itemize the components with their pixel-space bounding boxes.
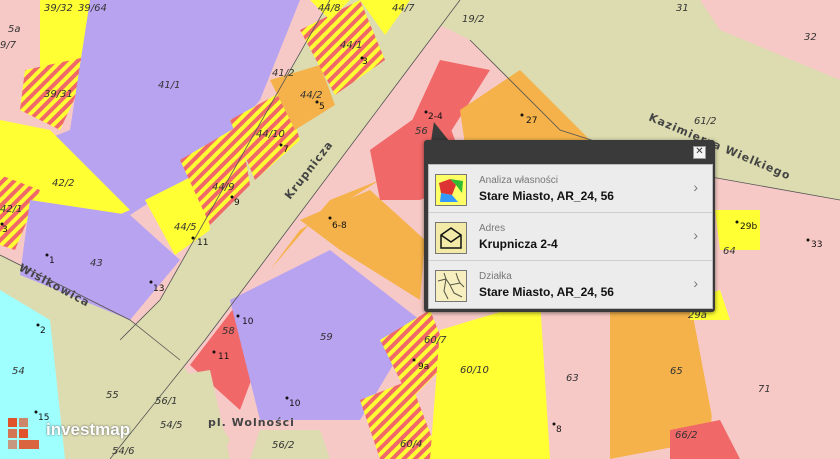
address-label: Adres xyxy=(479,223,506,234)
label-42-2: 42/2 xyxy=(52,178,74,189)
label-44-10: 44/10 xyxy=(256,129,285,140)
number-9: 9 xyxy=(234,198,240,208)
label-44-7: 44/7 xyxy=(392,3,415,14)
number-5: 5 xyxy=(319,102,325,112)
label-32: 32 xyxy=(804,32,817,43)
number-10b: 10 xyxy=(289,399,301,409)
popup-item-address[interactable]: Adres Krupnicza 2-4 › xyxy=(429,213,712,261)
parcel-map-icon xyxy=(435,270,467,302)
label-55: 55 xyxy=(106,390,119,401)
number-2: 2 xyxy=(40,326,46,336)
chevron-right-icon: › xyxy=(693,179,698,195)
number-10: 10 xyxy=(242,317,254,327)
label-58: 58 xyxy=(222,326,235,337)
label-39-64: 39/64 xyxy=(78,3,107,14)
label-66-2: 66/2 xyxy=(675,430,697,441)
label-43: 43 xyxy=(90,258,103,269)
close-button[interactable]: ✕ xyxy=(693,146,706,159)
number-1: 1 xyxy=(49,256,55,266)
label-39-31: 39/31 xyxy=(44,89,73,100)
label-71: 71 xyxy=(758,384,771,395)
label-39-32: 39/32 xyxy=(44,3,73,14)
label-64: 64 xyxy=(723,246,736,257)
label-54-5: 54/5 xyxy=(160,420,182,431)
number-9a: 9a xyxy=(418,362,429,372)
label-44-8: 44/8 xyxy=(318,3,340,14)
parcel-63 xyxy=(540,300,620,459)
label-56-1: 56/1 xyxy=(155,396,177,407)
number-29b: 29b xyxy=(740,222,757,232)
number-11b: 11 xyxy=(218,352,229,362)
parcel-value: Stare Miasto, AR_24, 56 xyxy=(479,285,614,299)
label-44-1: 44/1 xyxy=(340,40,362,51)
label-44-9: 44/9 xyxy=(212,182,234,193)
label-59: 59 xyxy=(320,332,333,343)
number-13: 13 xyxy=(153,284,164,294)
number-3: 3 xyxy=(362,57,368,67)
popup-item-parcel[interactable]: Działka Stare Miasto, AR_24, 56 › xyxy=(429,261,712,308)
label-54: 54 xyxy=(12,366,25,377)
street-pl-wolnosci: pl. Wolności xyxy=(208,416,295,429)
number-6-8: 6-8 xyxy=(332,221,347,231)
number-11: 11 xyxy=(197,238,208,248)
label-44-2: 44/2 xyxy=(300,90,322,101)
number-27: 27 xyxy=(526,116,537,126)
label-60-4: 60/4 xyxy=(400,439,422,450)
label-56-2: 56/2 xyxy=(272,440,294,451)
investmap-logo-icon xyxy=(8,418,39,449)
label-41-2: 41/2 xyxy=(272,68,294,79)
parcel-label: Działka xyxy=(479,271,512,282)
ownership-value: Stare Miasto, AR_24, 56 xyxy=(479,189,614,203)
number-2-4: 2-4 xyxy=(428,112,443,122)
label-9-7: 9/7 xyxy=(0,40,17,51)
label-60-7: 60/7 xyxy=(424,335,447,346)
ownership-label: Analiza własności xyxy=(479,175,558,186)
label-61-2: 61/2 xyxy=(694,116,716,127)
popup-item-ownership[interactable]: Analiza własności Stare Miasto, AR_24, 5… xyxy=(429,165,712,213)
label-63: 63 xyxy=(566,373,579,384)
label-41-1: 41/1 xyxy=(158,80,180,91)
label-44-5: 44/5 xyxy=(174,222,196,233)
label-42-1: 42/1 xyxy=(0,204,22,215)
label-65: 65 xyxy=(670,366,683,377)
info-popup: ✕ Analiza własności Stare Miasto, AR_24,… xyxy=(424,140,715,312)
label-54-6: 54/6 xyxy=(112,446,134,457)
popup-items: Analiza własności Stare Miasto, AR_24, 5… xyxy=(428,164,713,309)
number-7: 7 xyxy=(283,145,289,155)
envelope-icon xyxy=(435,222,467,254)
number-8: 8 xyxy=(556,425,562,435)
label-31: 31 xyxy=(676,3,689,14)
label-5a: 5a xyxy=(8,24,21,35)
address-value: Krupnicza 2-4 xyxy=(479,237,558,251)
number-33: 33 xyxy=(811,240,822,250)
ownership-map-icon xyxy=(435,174,467,206)
label-60-10: 60/10 xyxy=(460,365,489,376)
investmap-logo-text: investmap xyxy=(46,420,131,439)
chevron-right-icon: › xyxy=(693,227,698,243)
number-3b: 3 xyxy=(2,225,8,235)
label-19-2: 19/2 xyxy=(462,14,484,25)
chevron-right-icon: › xyxy=(693,275,698,291)
